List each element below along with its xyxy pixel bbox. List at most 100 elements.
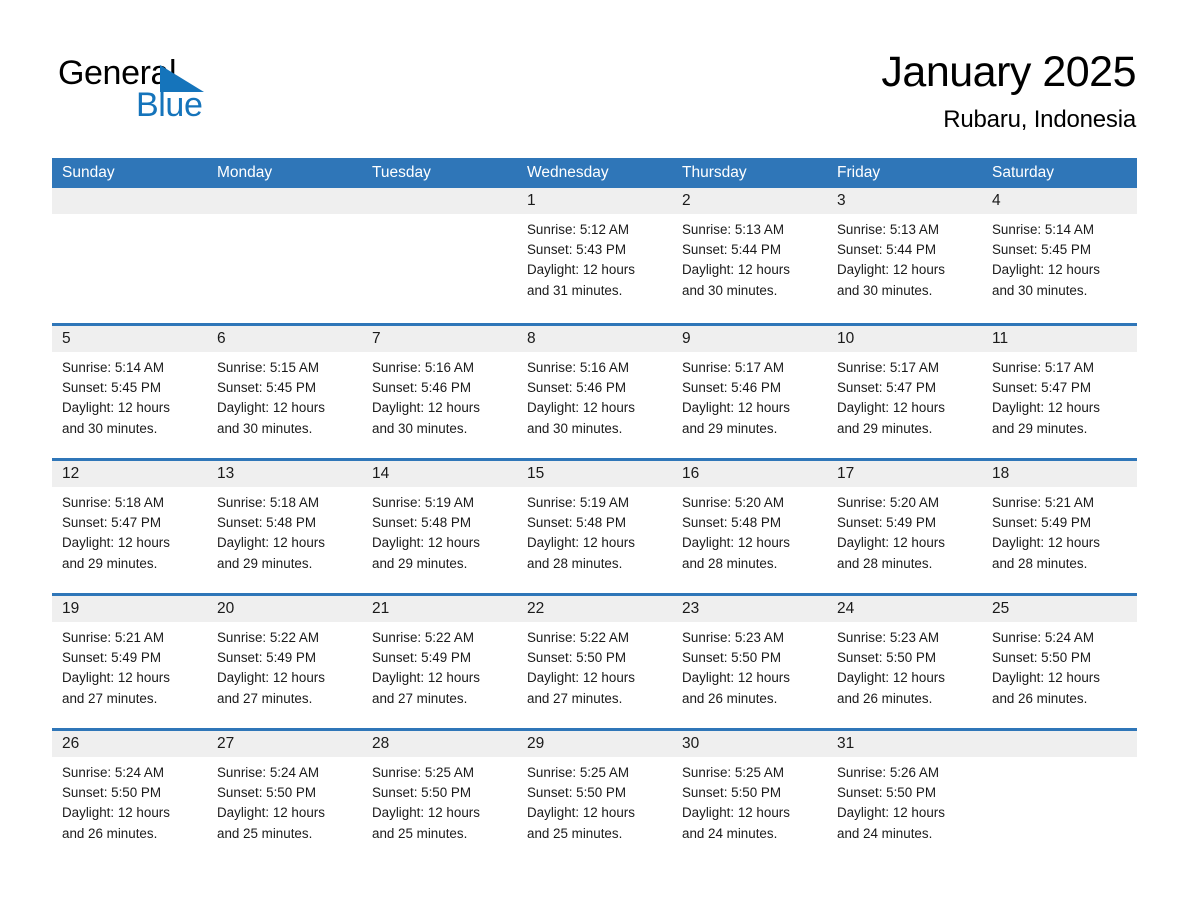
day-cell-27[interactable]: 27 Sunrise: 5:24 AM Sunset: 5:50 PM Dayligh… — [207, 731, 362, 848]
daylight-duration-line2: and 25 minutes. — [527, 825, 623, 841]
weekday-header-sunday: Sunday — [62, 164, 115, 181]
daylight-duration-line1: Daylight: 12 hours — [527, 805, 635, 821]
day-number — [362, 188, 517, 214]
day-cell-9[interactable]: 9 Sunrise: 5:17 AM Sunset: 5:46 PM Daylight… — [672, 326, 827, 458]
daylight-duration-line2: and 31 minutes. — [527, 282, 623, 298]
daylight-duration-line2: and 29 minutes. — [372, 555, 468, 571]
sunset-time: Sunset: 5:48 PM — [682, 515, 781, 531]
day-cell-22[interactable]: 22 Sunrise: 5:22 AM Sunset: 5:50 PM Dayligh… — [517, 596, 672, 728]
day-number: 6 — [207, 326, 362, 352]
day-cell-2[interactable]: 2 Sunrise: 5:13 AM Sunset: 5:44 PM Daylight… — [672, 188, 827, 323]
day-cell-13[interactable]: 13 Sunrise: 5:18 AM Sunset: 5:48 PM Dayligh… — [207, 461, 362, 593]
sunset-time: Sunset: 5:50 PM — [217, 785, 316, 801]
day-number: 7 — [362, 326, 517, 352]
sunset-time: Sunset: 5:50 PM — [992, 650, 1091, 666]
weekday-header-row: Sunday Monday Tuesday Wednesday Thursday Frid… — [52, 158, 1137, 188]
day-number: 3 — [827, 188, 982, 214]
day-number: 15 — [517, 461, 672, 487]
day-sun-info: Sunrise: 5:17 AM Sunset: 5:46 PM Daylight:… — [672, 352, 827, 439]
day-cell-empty — [207, 188, 362, 323]
sunrise-time: Sunrise: 5:15 AM — [217, 360, 319, 375]
day-cell-26[interactable]: 26 Sunrise: 5:24 AM Sunset: 5:50 PM Dayligh… — [52, 731, 207, 848]
day-cell-23[interactable]: 23 Sunrise: 5:23 AM Sunset: 5:50 PM Dayligh… — [672, 596, 827, 728]
day-cell-25[interactable]: 25 Sunrise: 5:24 AM Sunset: 5:50 PM Dayligh… — [982, 596, 1137, 728]
page-header: General Blue January 2025 Rubaru, Indone… — [52, 46, 1136, 150]
sunrise-time: Sunrise: 5:12 AM — [527, 222, 629, 237]
daylight-duration-line2: and 30 minutes. — [992, 282, 1088, 298]
sunset-time: Sunset: 5:47 PM — [62, 515, 161, 531]
sunrise-time: Sunrise: 5:18 AM — [62, 495, 164, 510]
day-number: 26 — [52, 731, 207, 757]
sunset-time: Sunset: 5:49 PM — [837, 515, 936, 531]
day-cell-15[interactable]: 15 Sunrise: 5:19 AM Sunset: 5:48 PM Dayligh… — [517, 461, 672, 593]
daylight-duration-line2: and 26 minutes. — [837, 690, 933, 706]
day-sun-info: Sunrise: 5:18 AM Sunset: 5:48 PM Daylight:… — [207, 487, 362, 574]
day-cell-7[interactable]: 7 Sunrise: 5:16 AM Sunset: 5:46 PM Daylight… — [362, 326, 517, 458]
day-cell-20[interactable]: 20 Sunrise: 5:22 AM Sunset: 5:49 PM Dayligh… — [207, 596, 362, 728]
daylight-duration-line2: and 24 minutes. — [682, 825, 778, 841]
sunrise-time: Sunrise: 5:23 AM — [682, 630, 784, 645]
day-cell-18[interactable]: 18 Sunrise: 5:21 AM Sunset: 5:49 PM Dayligh… — [982, 461, 1137, 593]
daylight-duration-line2: and 29 minutes. — [992, 420, 1088, 436]
day-sun-info: Sunrise: 5:12 AM Sunset: 5:43 PM Daylight:… — [517, 214, 672, 301]
week-row: 5 Sunrise: 5:14 AM Sunset: 5:45 PM Daylight… — [52, 323, 1137, 458]
daylight-duration-line2: and 28 minutes. — [682, 555, 778, 571]
sunrise-time: Sunrise: 5:22 AM — [372, 630, 474, 645]
day-cell-8[interactable]: 8 Sunrise: 5:16 AM Sunset: 5:46 PM Daylight… — [517, 326, 672, 458]
daylight-duration-line1: Daylight: 12 hours — [682, 262, 790, 278]
day-sun-info: Sunrise: 5:22 AM Sunset: 5:50 PM Daylight:… — [517, 622, 672, 709]
day-cell-empty — [982, 731, 1137, 848]
day-number: 12 — [52, 461, 207, 487]
day-sun-info: Sunrise: 5:16 AM Sunset: 5:46 PM Daylight:… — [517, 352, 672, 439]
day-cell-10[interactable]: 10 Sunrise: 5:17 AM Sunset: 5:47 PM Dayligh… — [827, 326, 982, 458]
day-sun-info: Sunrise: 5:19 AM Sunset: 5:48 PM Daylight:… — [362, 487, 517, 574]
day-number: 21 — [362, 596, 517, 622]
day-number — [52, 188, 207, 214]
day-number: 20 — [207, 596, 362, 622]
day-cell-28[interactable]: 28 Sunrise: 5:25 AM Sunset: 5:50 PM Dayligh… — [362, 731, 517, 848]
daylight-duration-line1: Daylight: 12 hours — [682, 535, 790, 551]
day-cell-5[interactable]: 5 Sunrise: 5:14 AM Sunset: 5:45 PM Daylight… — [52, 326, 207, 458]
daylight-duration-line2: and 30 minutes. — [682, 282, 778, 298]
day-cell-11[interactable]: 11 Sunrise: 5:17 AM Sunset: 5:47 PM Dayligh… — [982, 326, 1137, 458]
general-blue-logo[interactable]: General Blue — [58, 54, 258, 132]
day-sun-info: Sunrise: 5:17 AM Sunset: 5:47 PM Daylight:… — [827, 352, 982, 439]
daylight-duration-line2: and 30 minutes. — [62, 420, 158, 436]
sunrise-time: Sunrise: 5:20 AM — [837, 495, 939, 510]
daylight-duration-line1: Daylight: 12 hours — [372, 535, 480, 551]
sunrise-time: Sunrise: 5:25 AM — [372, 765, 474, 780]
sunrise-time: Sunrise: 5:23 AM — [837, 630, 939, 645]
day-cell-4[interactable]: 4 Sunrise: 5:14 AM Sunset: 5:45 PM Daylight… — [982, 188, 1137, 323]
daylight-duration-line2: and 29 minutes. — [837, 420, 933, 436]
day-number: 23 — [672, 596, 827, 622]
sunrise-time: Sunrise: 5:17 AM — [682, 360, 784, 375]
sunrise-time: Sunrise: 5:19 AM — [372, 495, 474, 510]
day-number: 25 — [982, 596, 1137, 622]
weekday-header-thursday: Thursday — [682, 164, 747, 181]
day-cell-14[interactable]: 14 Sunrise: 5:19 AM Sunset: 5:48 PM Dayligh… — [362, 461, 517, 593]
week-row: 1 Sunrise: 5:12 AM Sunset: 5:43 PM Daylight… — [52, 188, 1137, 323]
daylight-duration-line2: and 27 minutes. — [217, 690, 313, 706]
day-cell-12[interactable]: 12 Sunrise: 5:18 AM Sunset: 5:47 PM Dayligh… — [52, 461, 207, 593]
day-cell-17[interactable]: 17 Sunrise: 5:20 AM Sunset: 5:49 PM Dayligh… — [827, 461, 982, 593]
day-number: 1 — [517, 188, 672, 214]
day-cell-29[interactable]: 29 Sunrise: 5:25 AM Sunset: 5:50 PM Dayligh… — [517, 731, 672, 848]
day-cell-1[interactable]: 1 Sunrise: 5:12 AM Sunset: 5:43 PM Daylight… — [517, 188, 672, 323]
daylight-duration-line1: Daylight: 12 hours — [837, 262, 945, 278]
day-cell-24[interactable]: 24 Sunrise: 5:23 AM Sunset: 5:50 PM Dayligh… — [827, 596, 982, 728]
day-cell-16[interactable]: 16 Sunrise: 5:20 AM Sunset: 5:48 PM Dayligh… — [672, 461, 827, 593]
day-cell-30[interactable]: 30 Sunrise: 5:25 AM Sunset: 5:50 PM Dayligh… — [672, 731, 827, 848]
day-sun-info: Sunrise: 5:23 AM Sunset: 5:50 PM Daylight:… — [672, 622, 827, 709]
day-number: 4 — [982, 188, 1137, 214]
day-cell-19[interactable]: 19 Sunrise: 5:21 AM Sunset: 5:49 PM Dayligh… — [52, 596, 207, 728]
day-cell-31[interactable]: 31 Sunrise: 5:26 AM Sunset: 5:50 PM Dayligh… — [827, 731, 982, 848]
day-number: 16 — [672, 461, 827, 487]
weekday-header-tuesday: Tuesday — [372, 164, 431, 181]
day-cell-6[interactable]: 6 Sunrise: 5:15 AM Sunset: 5:45 PM Daylight… — [207, 326, 362, 458]
day-cell-21[interactable]: 21 Sunrise: 5:22 AM Sunset: 5:49 PM Dayligh… — [362, 596, 517, 728]
week-row: 12 Sunrise: 5:18 AM Sunset: 5:47 PM Dayligh… — [52, 458, 1137, 593]
sunset-time: Sunset: 5:49 PM — [372, 650, 471, 666]
day-cell-3[interactable]: 3 Sunrise: 5:13 AM Sunset: 5:44 PM Daylight… — [827, 188, 982, 323]
sunset-time: Sunset: 5:45 PM — [62, 380, 161, 396]
daylight-duration-line1: Daylight: 12 hours — [62, 670, 170, 686]
